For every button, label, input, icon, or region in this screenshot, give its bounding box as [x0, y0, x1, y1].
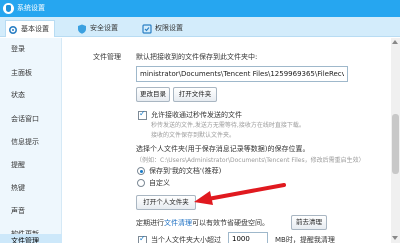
custom-location-label: 自定义 — [149, 179, 170, 187]
tab-label: 权限设置 — [155, 24, 183, 32]
sidebar-item-message-prompt[interactable]: 信息提示 — [0, 132, 62, 152]
auto-receive-label: 允许接收通过秒传发送的文件 — [151, 111, 242, 119]
size-limit-checkbox[interactable] — [138, 234, 147, 243]
sidebar-item-chat-window[interactable]: 会话窗口 — [0, 109, 62, 129]
save-folder-description: 默认把接收到的文件保存到此文件夹中: — [136, 53, 258, 61]
personal-folder-hint: （例如：C:\Users\Administrator\Documents\Ten… — [136, 157, 365, 164]
save-to-documents-radio[interactable] — [137, 167, 145, 175]
save-to-documents-label: 保存到'我的文档'(推荐) — [149, 167, 222, 175]
sidebar-item-hotkeys[interactable]: 热键 — [0, 178, 62, 198]
tab-label: 基本设置 — [21, 25, 49, 33]
sidebar-item-status[interactable]: 状态 — [0, 85, 62, 105]
custom-location-radio[interactable] — [137, 179, 145, 187]
qq-logo-icon — [3, 3, 14, 14]
sidebar-item-file-management[interactable]: 文件管理 — [0, 234, 62, 243]
personal-folder-description: 选择个人文件夹(用于保存消息记录等数据)的保存位置。 — [136, 145, 310, 153]
cleanup-text-after: 可以有效节省硬盘空间。 — [192, 219, 269, 227]
sidebar: 登录 主面板 状态 会话窗口 信息提示 提醒 热键 声音 软件更新 文件管理 — [0, 38, 62, 243]
change-directory-button[interactable]: 更改目录 — [136, 87, 170, 102]
vertical-scrollbar[interactable] — [391, 38, 400, 243]
scroll-up-arrow-icon[interactable] — [392, 40, 398, 44]
scroll-thumb[interactable] — [392, 114, 399, 174]
sidebar-item-sound[interactable]: 声音 — [0, 201, 62, 221]
go-clean-button[interactable]: 前去清理 — [291, 215, 327, 230]
sidebar-item-login[interactable]: 登录 — [0, 39, 62, 59]
tab-permission-settings[interactable]: 权限设置 — [140, 20, 195, 37]
tab-basic-settings[interactable]: 基本设置 — [5, 20, 55, 37]
size-limit-label: 当个人文件夹大小超过 — [151, 236, 221, 243]
permission-icon — [142, 24, 152, 34]
tab-label: 安全设置 — [90, 24, 118, 32]
sidebar-item-main-panel[interactable]: 主面板 — [0, 63, 62, 83]
scroll-down-arrow-icon[interactable] — [392, 236, 398, 240]
auto-receive-description: 秒传发送的文件,发送方无需等待,接收方在线时直接下载。 — [151, 122, 305, 129]
red-arrow-annotation — [194, 183, 286, 205]
title-bar: 系统设置 — [0, 0, 400, 17]
gear-icon — [8, 25, 18, 35]
cleanup-hint: 定期进行文件清理可以有效节省硬盘空间。 — [136, 218, 269, 228]
size-limit-input[interactable] — [228, 232, 268, 243]
file-cleanup-link[interactable]: 文件清理 — [164, 219, 192, 227]
cleanup-text-before: 定期进行 — [136, 219, 164, 227]
auto-receive-checkbox[interactable] — [138, 109, 147, 120]
sidebar-item-reminder[interactable]: 提醒 — [0, 155, 62, 175]
open-folder-button[interactable]: 打开文件夹 — [173, 87, 217, 102]
tab-bar: 基本设置 安全设置 权限设置 — [0, 17, 400, 37]
tab-security-settings[interactable]: 安全设置 — [75, 20, 125, 37]
file-management-panel: 文件管理 默认把接收到的文件保存到此文件夹中: 更改目录 打开文件夹 允许接收通… — [63, 38, 400, 243]
section-title: 文件管理 — [93, 53, 121, 61]
window-title: 系统设置 — [17, 4, 45, 12]
open-personal-folder-button[interactable]: 打开个人文件夹 — [136, 195, 196, 210]
auto-receive-description-2: 接收的文件保存到默认文件夹。 — [151, 132, 236, 139]
save-path-field[interactable] — [136, 66, 348, 82]
shield-icon — [78, 24, 86, 34]
size-limit-suffix: MB时，提醒我清理 — [275, 236, 335, 243]
